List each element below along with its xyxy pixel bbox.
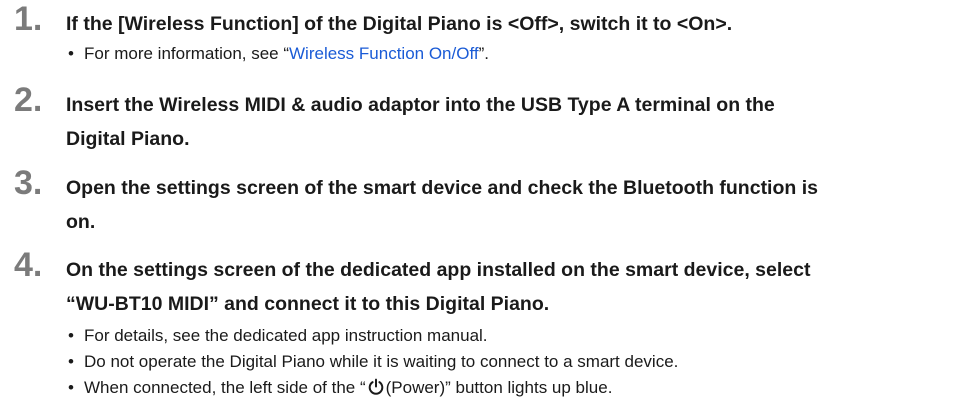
step-4: 4. On the settings screen of the dedicat… bbox=[14, 248, 964, 401]
step-title: Insert the Wireless MIDI & audio adaptor… bbox=[66, 88, 775, 156]
step-3-heading: 3. Open the settings screen of the smart… bbox=[14, 166, 964, 239]
instruction-page: 1. If the [Wireless Function] of the Dig… bbox=[0, 0, 971, 408]
note-text-prefix: When connected, the left side of the “ bbox=[84, 378, 366, 397]
step-3: 3. Open the settings screen of the smart… bbox=[14, 166, 964, 239]
step-title: If the [Wireless Function] of the Digita… bbox=[66, 13, 733, 35]
step-title-line-1: Open the settings screen of the smart de… bbox=[66, 177, 818, 199]
note-item: • When connected, the left side of the “… bbox=[68, 375, 964, 401]
step-title-line-1: On the settings screen of the dedicated … bbox=[66, 259, 811, 281]
note-item: • For details, see the dedicated app ins… bbox=[68, 323, 964, 349]
step-number: 2. bbox=[14, 81, 43, 119]
step-2: 2. Insert the Wireless MIDI & audio adap… bbox=[14, 83, 964, 156]
note-text-suffix: ”. bbox=[478, 44, 489, 63]
power-icon bbox=[368, 378, 383, 395]
note-item: • For more information, see “Wireless Fu… bbox=[68, 41, 964, 67]
step-title-line-2: Digital Piano. bbox=[66, 128, 190, 150]
step-title: Open the settings screen of the smart de… bbox=[66, 171, 818, 239]
note-text-prefix: For more information, see “ bbox=[84, 44, 290, 63]
step-1-notes: • For more information, see “Wireless Fu… bbox=[14, 41, 964, 67]
step-title-line-2: “WU-BT10 MIDI” and connect it to this Di… bbox=[66, 293, 550, 315]
step-title: On the settings screen of the dedicated … bbox=[66, 253, 810, 321]
step-title-line-2: on. bbox=[66, 211, 96, 233]
bullet: • bbox=[68, 326, 74, 345]
note-item: • Do not operate the Digital Piano while… bbox=[68, 349, 964, 375]
note-text: Do not operate the Digital Piano while i… bbox=[84, 352, 679, 371]
step-number: 3. bbox=[14, 164, 43, 202]
step-1-heading: 1. If the [Wireless Function] of the Dig… bbox=[14, 2, 964, 41]
step-number: 1. bbox=[14, 0, 43, 38]
step-2-heading: 2. Insert the Wireless MIDI & audio adap… bbox=[14, 83, 964, 156]
note-text-suffix: (Power)” button lights up blue. bbox=[385, 378, 613, 397]
bullet: • bbox=[68, 378, 74, 397]
step-4-heading: 4. On the settings screen of the dedicat… bbox=[14, 248, 964, 321]
wireless-function-link[interactable]: Wireless Function On/Off bbox=[289, 44, 479, 63]
step-1: 1. If the [Wireless Function] of the Dig… bbox=[14, 2, 964, 67]
step-title-line-1: Insert the Wireless MIDI & audio adaptor… bbox=[66, 94, 775, 116]
step-number: 4. bbox=[14, 246, 43, 284]
note-text: For details, see the dedicated app instr… bbox=[84, 326, 488, 345]
bullet: • bbox=[68, 352, 74, 371]
step-4-notes: • For details, see the dedicated app ins… bbox=[14, 323, 964, 401]
bullet: • bbox=[68, 44, 74, 63]
